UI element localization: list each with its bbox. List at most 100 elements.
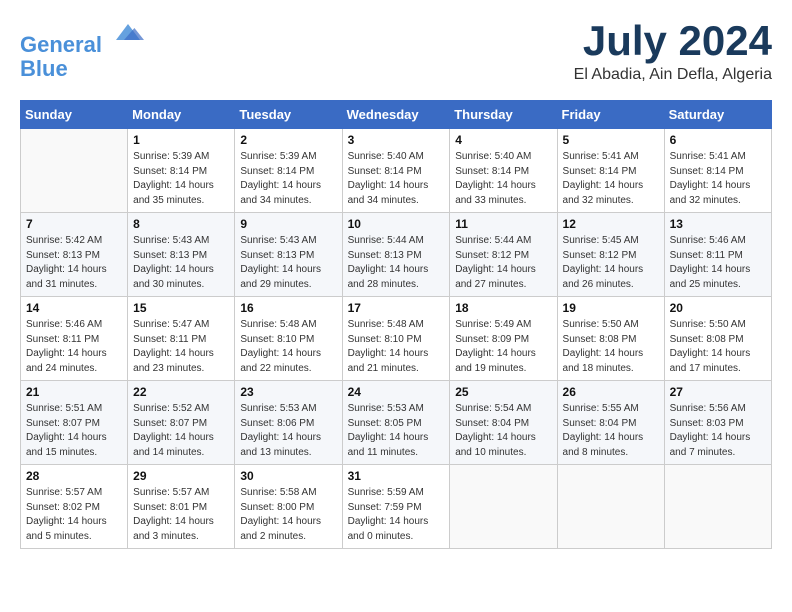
location-title: El Abadia, Ain Defla, Algeria (574, 66, 772, 84)
day-number: 26 (563, 385, 659, 399)
weekday-header: Sunday (21, 101, 128, 129)
day-info: Sunrise: 5:41 AM Sunset: 8:14 PM Dayligh… (563, 150, 659, 208)
weekday-header: Wednesday (342, 101, 450, 129)
day-info: Sunrise: 5:46 AM Sunset: 8:11 PM Dayligh… (26, 318, 122, 376)
day-info: Sunrise: 5:50 AM Sunset: 8:08 PM Dayligh… (670, 318, 766, 376)
title-block: July 2024 El Abadia, Ain Defla, Algeria (574, 20, 772, 84)
calendar-cell: 20Sunrise: 5:50 AM Sunset: 8:08 PM Dayli… (664, 297, 771, 381)
weekday-header: Monday (128, 101, 235, 129)
calendar-cell: 17Sunrise: 5:48 AM Sunset: 8:10 PM Dayli… (342, 297, 450, 381)
calendar-cell: 19 Sunrise: 5:50 AM Sunset: 8:08 PM Dayli… (557, 297, 664, 381)
calendar-cell: 7 Sunrise: 5:42 AM Sunset: 8:13 PM Daylig… (21, 213, 128, 297)
day-number: 13 (670, 217, 766, 231)
day-info: Sunrise: 5:43 AM Sunset: 8:13 PM Dayligh… (133, 234, 229, 292)
calendar-table: SundayMondayTuesdayWednesdayThursdayFrid… (20, 100, 772, 549)
day-number: 19 (563, 301, 659, 315)
calendar-cell: 5 Sunrise: 5:41 AM Sunset: 8:14 PM Daylig… (557, 129, 664, 213)
calendar-cell: 13 Sunrise: 5:46 AM Sunset: 8:11 PM Dayli… (664, 213, 771, 297)
day-info: Sunrise: 5:50 AM Sunset: 8:08 PM Dayligh… (563, 318, 659, 376)
calendar-cell (450, 465, 557, 549)
day-number: 29 (133, 469, 229, 483)
day-number: 4 (455, 133, 551, 147)
calendar-cell: 8Sunrise: 5:43 AM Sunset: 8:13 PM Daylig… (128, 213, 235, 297)
calendar-cell: 1 Sunrise: 5:39 AM Sunset: 8:14 PM Daylig… (128, 129, 235, 213)
day-info: Sunrise: 5:44 AM Sunset: 8:12 PM Dayligh… (455, 234, 551, 292)
calendar-cell (21, 129, 128, 213)
calendar-cell: 12 Sunrise: 5:45 AM Sunset: 8:12 PM Dayli… (557, 213, 664, 297)
day-number: 25 (455, 385, 551, 399)
day-number: 9 (240, 217, 336, 231)
day-info: Sunrise: 5:49 AM Sunset: 8:09 PM Dayligh… (455, 318, 551, 376)
calendar-cell: 16 Sunrise: 5:48 AM Sunset: 8:10 PM Dayli… (235, 297, 342, 381)
calendar-cell (557, 465, 664, 549)
calendar-cell: 26 Sunrise: 5:55 AM Sunset: 8:04 PM Dayli… (557, 381, 664, 465)
day-number: 1 (133, 133, 229, 147)
day-number: 5 (563, 133, 659, 147)
calendar-cell: 18 Sunrise: 5:49 AM Sunset: 8:09 PM Dayli… (450, 297, 557, 381)
calendar-cell: 31 Sunrise: 5:59 AM Sunset: 7:59 PM Dayli… (342, 465, 450, 549)
day-info: Sunrise: 5:40 AM Sunset: 8:14 PM Dayligh… (455, 150, 551, 208)
calendar-cell: 28Sunrise: 5:57 AM Sunset: 8:02 PM Dayli… (21, 465, 128, 549)
calendar-cell: 23 Sunrise: 5:53 AM Sunset: 8:06 PM Dayli… (235, 381, 342, 465)
day-info: Sunrise: 5:59 AM Sunset: 7:59 PM Dayligh… (348, 486, 445, 544)
week-row: 7 Sunrise: 5:42 AM Sunset: 8:13 PM Daylig… (21, 213, 772, 297)
month-title: July 2024 (574, 20, 772, 62)
day-info: Sunrise: 5:46 AM Sunset: 8:11 PM Dayligh… (670, 234, 766, 292)
week-row: 28Sunrise: 5:57 AM Sunset: 8:02 PM Dayli… (21, 465, 772, 549)
calendar-cell: 21Sunrise: 5:51 AM Sunset: 8:07 PM Dayli… (21, 381, 128, 465)
day-number: 18 (455, 301, 551, 315)
day-number: 14 (26, 301, 122, 315)
calendar-cell: 2 Sunrise: 5:39 AM Sunset: 8:14 PM Daylig… (235, 129, 342, 213)
day-number: 23 (240, 385, 336, 399)
calendar-cell: 27Sunrise: 5:56 AM Sunset: 8:03 PM Dayli… (664, 381, 771, 465)
day-number: 21 (26, 385, 122, 399)
logo-line2: Blue (20, 56, 68, 81)
day-number: 31 (348, 469, 445, 483)
weekday-header: Friday (557, 101, 664, 129)
day-number: 2 (240, 133, 336, 147)
week-row: 14 Sunrise: 5:46 AM Sunset: 8:11 PM Dayli… (21, 297, 772, 381)
calendar-cell: 25Sunrise: 5:54 AM Sunset: 8:04 PM Dayli… (450, 381, 557, 465)
weekday-header: Saturday (664, 101, 771, 129)
day-number: 7 (26, 217, 122, 231)
day-number: 28 (26, 469, 122, 483)
calendar-cell: 22Sunrise: 5:52 AM Sunset: 8:07 PM Dayli… (128, 381, 235, 465)
day-info: Sunrise: 5:52 AM Sunset: 8:07 PM Dayligh… (133, 402, 229, 460)
day-info: Sunrise: 5:41 AM Sunset: 8:14 PM Dayligh… (670, 150, 766, 208)
day-number: 11 (455, 217, 551, 231)
day-info: Sunrise: 5:48 AM Sunset: 8:10 PM Dayligh… (348, 318, 445, 376)
day-info: Sunrise: 5:40 AM Sunset: 8:14 PM Dayligh… (348, 150, 445, 208)
day-info: Sunrise: 5:53 AM Sunset: 8:06 PM Dayligh… (240, 402, 336, 460)
page-header: General Blue July 2024 El Abadia, Ain De… (20, 20, 772, 84)
weekday-header: Tuesday (235, 101, 342, 129)
week-row: 1 Sunrise: 5:39 AM Sunset: 8:14 PM Daylig… (21, 129, 772, 213)
week-row: 21Sunrise: 5:51 AM Sunset: 8:07 PM Dayli… (21, 381, 772, 465)
calendar-cell (664, 465, 771, 549)
day-info: Sunrise: 5:58 AM Sunset: 8:00 PM Dayligh… (240, 486, 336, 544)
day-info: Sunrise: 5:39 AM Sunset: 8:14 PM Dayligh… (240, 150, 336, 208)
day-number: 16 (240, 301, 336, 315)
day-number: 6 (670, 133, 766, 147)
day-info: Sunrise: 5:45 AM Sunset: 8:12 PM Dayligh… (563, 234, 659, 292)
day-info: Sunrise: 5:44 AM Sunset: 8:13 PM Dayligh… (348, 234, 445, 292)
calendar-cell: 6 Sunrise: 5:41 AM Sunset: 8:14 PM Daylig… (664, 129, 771, 213)
logo-icon (112, 16, 144, 48)
day-number: 10 (348, 217, 445, 231)
day-number: 12 (563, 217, 659, 231)
day-info: Sunrise: 5:39 AM Sunset: 8:14 PM Dayligh… (133, 150, 229, 208)
day-number: 15 (133, 301, 229, 315)
day-info: Sunrise: 5:55 AM Sunset: 8:04 PM Dayligh… (563, 402, 659, 460)
logo-line1: General (20, 32, 102, 57)
calendar-header-row: SundayMondayTuesdayWednesdayThursdayFrid… (21, 101, 772, 129)
day-info: Sunrise: 5:48 AM Sunset: 8:10 PM Dayligh… (240, 318, 336, 376)
day-info: Sunrise: 5:47 AM Sunset: 8:11 PM Dayligh… (133, 318, 229, 376)
day-info: Sunrise: 5:42 AM Sunset: 8:13 PM Dayligh… (26, 234, 122, 292)
day-number: 27 (670, 385, 766, 399)
calendar-cell: 10 Sunrise: 5:44 AM Sunset: 8:13 PM Dayli… (342, 213, 450, 297)
calendar-cell: 30Sunrise: 5:58 AM Sunset: 8:00 PM Dayli… (235, 465, 342, 549)
calendar-cell: 14 Sunrise: 5:46 AM Sunset: 8:11 PM Dayli… (21, 297, 128, 381)
calendar-cell: 9Sunrise: 5:43 AM Sunset: 8:13 PM Daylig… (235, 213, 342, 297)
day-number: 24 (348, 385, 445, 399)
day-number: 3 (348, 133, 445, 147)
calendar-cell: 29Sunrise: 5:57 AM Sunset: 8:01 PM Dayli… (128, 465, 235, 549)
